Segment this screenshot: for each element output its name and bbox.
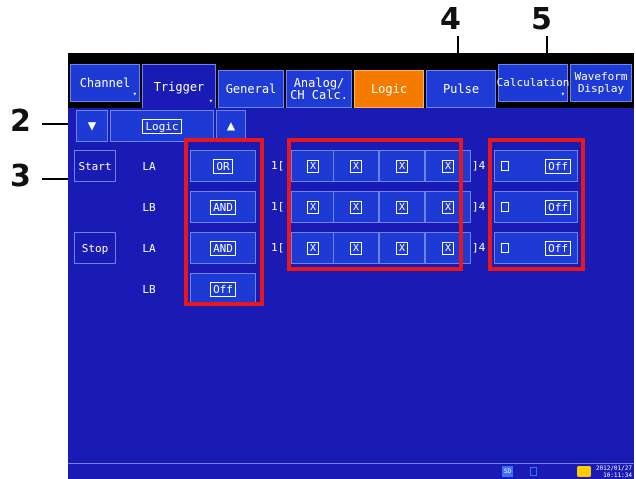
range-end: ]4 bbox=[472, 200, 486, 213]
highlight-box-bits bbox=[287, 138, 463, 271]
range-start: 1[ bbox=[271, 241, 285, 254]
status-bar: SD 2012/01/27 10:11:34 bbox=[68, 463, 634, 479]
range-start: 1[ bbox=[271, 200, 285, 213]
subtab-logic[interactable]: Logic bbox=[354, 70, 424, 108]
clock: 2012/01/27 10:11:34 bbox=[595, 465, 632, 479]
callout-5: 5 bbox=[531, 2, 552, 37]
highlight-box-mode bbox=[184, 138, 264, 306]
row-name-la: LA bbox=[118, 150, 180, 182]
sd-card-icon: SD bbox=[502, 466, 513, 477]
callout-3: 3 bbox=[10, 159, 31, 194]
callout-2: 2 bbox=[10, 104, 31, 139]
row-name-la: LA bbox=[118, 232, 180, 264]
subtab-general[interactable]: General bbox=[218, 70, 284, 108]
callout-4: 4 bbox=[440, 2, 461, 37]
group-stop-label: Stop bbox=[74, 232, 116, 264]
tab-waveform-display[interactable]: Waveform Display bbox=[570, 64, 632, 102]
trigger-source-value: Logic bbox=[142, 118, 182, 134]
range-start: 1[ bbox=[271, 159, 285, 172]
range-end: ]4 bbox=[472, 241, 486, 254]
range-end: ]4 bbox=[472, 159, 486, 172]
tab-label: Logic bbox=[370, 82, 408, 96]
tab-label: General bbox=[225, 82, 277, 96]
tab-label: Pulse bbox=[442, 82, 480, 96]
tab-calculation[interactable]: Calculation ▾ bbox=[496, 64, 570, 102]
group-start-label: Start bbox=[74, 150, 116, 182]
tab-trigger[interactable]: Trigger ▾ bbox=[142, 64, 216, 108]
down-arrow-icon: ▼ bbox=[87, 118, 97, 134]
tab-label: Trigger bbox=[153, 79, 205, 94]
tab-label: Analog/ CH Calc. bbox=[290, 76, 348, 102]
row-name-lb: LB bbox=[118, 273, 180, 305]
subtab-pulse[interactable]: Pulse bbox=[426, 70, 496, 108]
row-name-lb: LB bbox=[118, 191, 180, 223]
tab-label: Waveform Display bbox=[574, 70, 628, 95]
status-time: 10:11:34 bbox=[603, 472, 632, 479]
previous-arrow-button[interactable]: ▼ bbox=[76, 110, 108, 142]
up-arrow-icon: ▲ bbox=[226, 118, 236, 134]
memory-icon bbox=[530, 467, 537, 476]
tab-bar: Channel ▾ Trigger ▾ Calculation ▾ Waveform … bbox=[68, 59, 634, 108]
power-icon bbox=[577, 466, 591, 477]
tab-channel[interactable]: Channel ▾ bbox=[70, 64, 140, 102]
tab-label: Calculation bbox=[496, 76, 570, 89]
tab-label: Channel bbox=[79, 76, 131, 90]
status-date: 2012/01/27 bbox=[595, 465, 632, 472]
subtab-analog-ch-calc[interactable]: Analog/ CH Calc. bbox=[286, 70, 352, 108]
highlight-box-filter bbox=[488, 138, 585, 271]
